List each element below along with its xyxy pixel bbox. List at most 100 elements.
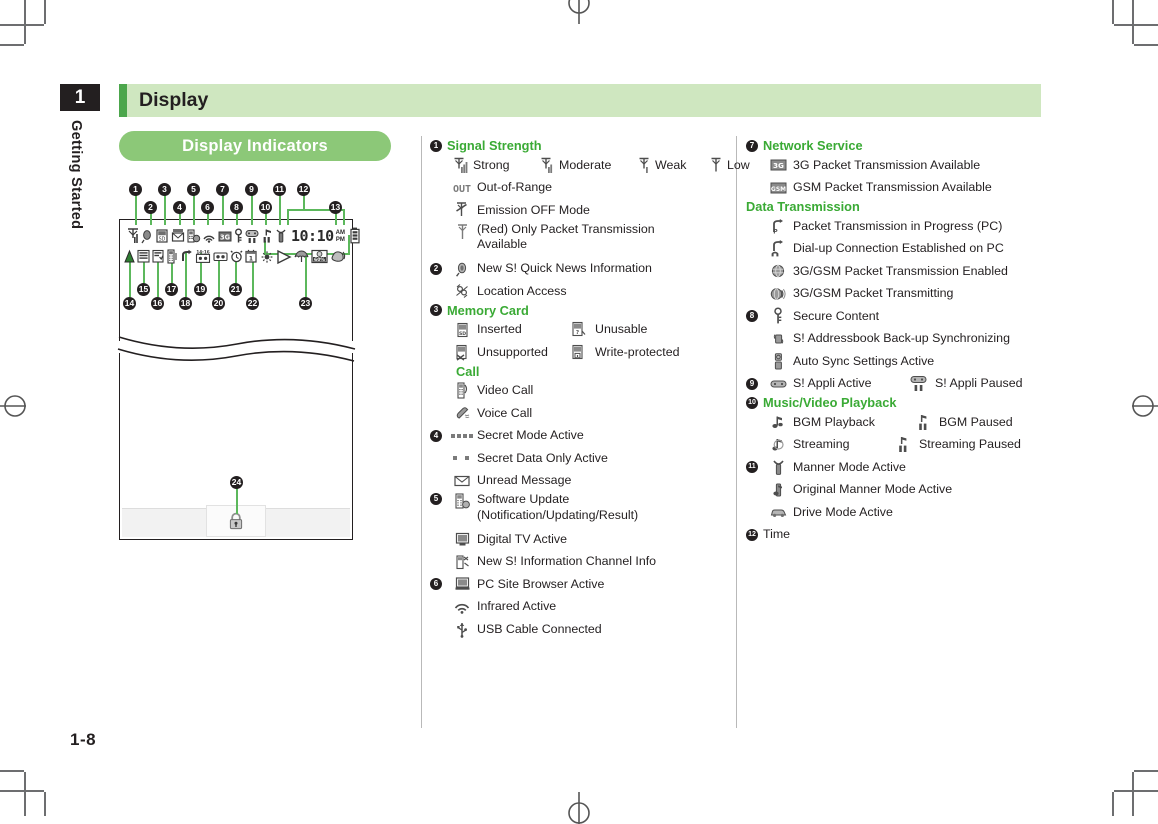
emission-off-icon <box>124 249 135 264</box>
figure-column: Display Indicators 1 2 3 4 5 6 7 8 9 10 … <box>118 131 407 731</box>
leader-3 <box>164 193 166 225</box>
s-appli-active-icon <box>763 379 793 388</box>
callout-12: 12 <box>297 183 310 196</box>
legend-badge-slot: 8 <box>746 310 763 323</box>
page-number: 1-8 <box>70 730 97 749</box>
legend-row-bgm: BGM Playback BGM Paused <box>746 411 1046 434</box>
handset-wave-break-bottom <box>118 348 355 362</box>
schedule-icon: 1 <box>245 249 257 264</box>
leader-1 <box>135 193 137 225</box>
legend-group-title: Network Service <box>763 138 863 153</box>
page-title: Display <box>139 89 209 111</box>
legend-group-data-transmission: Data Transmission P Packet Transmission … <box>746 199 1046 305</box>
legend-label: Software Update <box>477 492 570 506</box>
packet-enabled-icon <box>763 264 793 278</box>
s-quick-news-icon <box>447 261 477 277</box>
callout-19: 19 <box>194 283 207 296</box>
legend-row-card-unsupported: Unsupported Write-protected <box>430 341 730 364</box>
crop-mark-tl-v2 <box>44 0 46 24</box>
s-appli-paused-icon <box>901 375 935 392</box>
legend-column-right: 7 Network Service 3G 3G Packet Transmiss… <box>746 138 1046 546</box>
legend-label: Original Manner Mode Active <box>793 482 953 496</box>
legend-row-emission-off: Emission OFF Mode <box>430 199 730 222</box>
legend-badge: 12 <box>746 528 758 541</box>
legend-label: Digital TV Active <box>477 531 567 546</box>
legend-row-out-of-range: OUT Out-of-Range <box>430 177 730 200</box>
clock-am-label: AM <box>335 230 345 236</box>
bgm-playback-icon <box>763 415 793 430</box>
svg-text:P: P <box>773 228 778 235</box>
legend-group-title: Call <box>456 363 480 379</box>
legend-label-streaming: Streaming <box>793 437 850 451</box>
leader-24 <box>236 486 238 514</box>
callout-10: 10 <box>259 201 272 214</box>
battery-icon <box>350 227 360 244</box>
legend-group-title: Music/Video Playback <box>763 395 897 410</box>
legend-row-unread-message: Unread Message <box>430 470 730 493</box>
legend-group-title: Memory Card <box>447 302 529 318</box>
crop-mark-bl-v <box>24 772 26 816</box>
legend-row-packet-transmitting: 3G/GSM Packet Transmitting <box>746 283 1046 306</box>
crop-mark-tl-h <box>0 24 44 26</box>
crop-mark-tr-v2 <box>1112 0 1114 24</box>
crop-mark-br-h2 <box>1134 770 1158 772</box>
legend-label: Secret Data Only Active <box>477 450 608 465</box>
3g-icon: 3G <box>218 228 232 244</box>
3g-icon: 3G <box>763 159 793 171</box>
legend-row-usb-cable: USB Cable Connected <box>430 618 730 641</box>
column-divider-2 <box>736 136 737 728</box>
signal-moderate-icon <box>535 157 559 174</box>
legend-row-original-manner-mode: Original Manner Mode Active <box>746 479 1046 502</box>
svg-text:3G: 3G <box>220 233 230 241</box>
legend-badge-slot: 2 <box>430 262 447 275</box>
secure-content-icon <box>234 228 243 244</box>
svg-text:60%: 60% <box>314 257 325 263</box>
leader-12-right <box>343 209 345 225</box>
section-title-pill: Display Indicators <box>119 131 391 161</box>
legend-label: S! Addressbook Back-up Synchronizing <box>793 331 1010 345</box>
card-inserted-icon: SD <box>447 322 477 338</box>
status-row-1: SD 3G 10:10 AM PM <box>127 227 360 244</box>
calendar-note-icon <box>137 249 150 264</box>
call-forward-icon <box>181 249 193 264</box>
leader-5 <box>193 193 195 225</box>
chapter-name-label: Getting Started <box>68 120 84 230</box>
callout-3: 3 <box>158 183 171 196</box>
legend-row-digital-tv: Digital TV Active <box>430 528 730 551</box>
crop-mark-bl-h <box>0 790 44 792</box>
legend-group-heading: Call <box>456 364 730 379</box>
emission-off-icon <box>447 201 477 219</box>
legend-label-unsupported: Unsupported <box>477 344 548 359</box>
legend-row-addressbook-backup: S! Addressbook Back-up Synchronizing <box>746 328 1046 351</box>
secret-data-icon <box>447 454 477 462</box>
legend-label: Packet Transmission in Progress (PC) <box>793 218 1003 233</box>
legend-group-heading: 10 Music/Video Playback <box>746 395 1046 410</box>
card-unusable-icon: ? <box>561 321 595 338</box>
callout-17: 17 <box>165 283 178 296</box>
packet-transmitting-icon <box>763 287 793 301</box>
legend-badge-slot: 6 <box>430 578 447 591</box>
legend-label: Manner Mode Active <box>793 459 906 474</box>
callout-5: 5 <box>187 183 200 196</box>
legend-group-11: 11 Manner Mode Active Original Manner Mo… <box>746 456 1046 524</box>
callout-23: 23 <box>299 297 312 310</box>
legend-row-manner-mode: 11 Manner Mode Active <box>746 456 1046 479</box>
legend-label-moderate: Moderate <box>559 157 612 172</box>
s-information-channel-icon <box>447 554 477 570</box>
leader-12-left <box>287 209 289 225</box>
legend-label: Dial-up Connection Established on PC <box>793 241 1004 255</box>
crop-mark-tr-v <box>1132 0 1134 44</box>
legend-row-secret-mode: 4 Secret Mode Active <box>430 425 730 448</box>
signal-strength-icon <box>127 228 139 244</box>
card-write-protected-icon <box>561 344 595 361</box>
legend-badge: 6 <box>430 578 442 591</box>
legend-badge: 8 <box>746 310 758 323</box>
legend-row-3g-packet: 3G 3G Packet Transmission Available <box>746 154 1046 177</box>
legend-label-weak: Weak <box>655 157 687 172</box>
legend-group-network-service: 7 Network Service 3G 3G Packet Transmiss… <box>746 138 1046 199</box>
legend-column-middle: 1 Signal Strength Strong Moderate Weak L… <box>430 138 750 641</box>
manner-mode-icon <box>763 459 793 476</box>
signal-low-icon <box>705 157 727 174</box>
unread-message-icon <box>171 228 185 244</box>
legend-label: Drive Mode Active <box>793 504 893 519</box>
